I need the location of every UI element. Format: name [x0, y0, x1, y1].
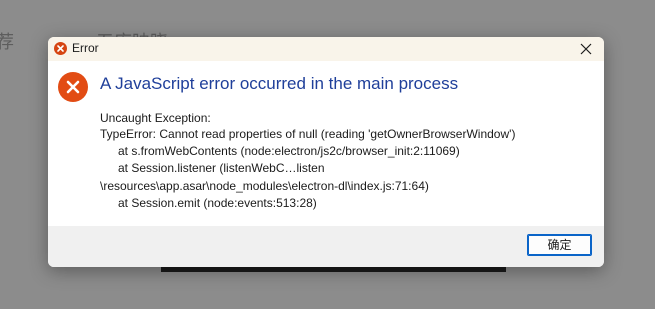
message-line-6: at Session.emit (node:events:513:28) [118, 196, 317, 210]
dialog-titlebar: Error [48, 37, 604, 61]
dialog-footer: 确定 [48, 226, 604, 267]
message-line-5: \resources\app.asar\node_modules\electro… [100, 179, 429, 193]
message-line-3: at s.fromWebContents (node:electron/js2c… [118, 144, 460, 158]
close-button[interactable] [578, 41, 594, 57]
message-line-2: TypeError: Cannot read properties of nul… [100, 127, 516, 141]
error-headline: A JavaScript error occurred in the main … [100, 74, 459, 93]
ok-button[interactable]: 确定 [527, 234, 592, 256]
background-text-fragment: 荐 [0, 32, 14, 53]
error-icon [54, 42, 67, 55]
dialog-content: A JavaScript error occurred in the main … [48, 61, 604, 226]
error-circle-icon [58, 72, 88, 102]
message-line-1: Uncaught Exception: [100, 111, 211, 125]
close-icon [580, 43, 592, 55]
error-dialog: Error A JavaScript error occurred in the… [48, 37, 604, 267]
message-line-4: at Session.listener (listenWebC…listen [118, 161, 325, 175]
dialog-title: Error [72, 41, 99, 55]
